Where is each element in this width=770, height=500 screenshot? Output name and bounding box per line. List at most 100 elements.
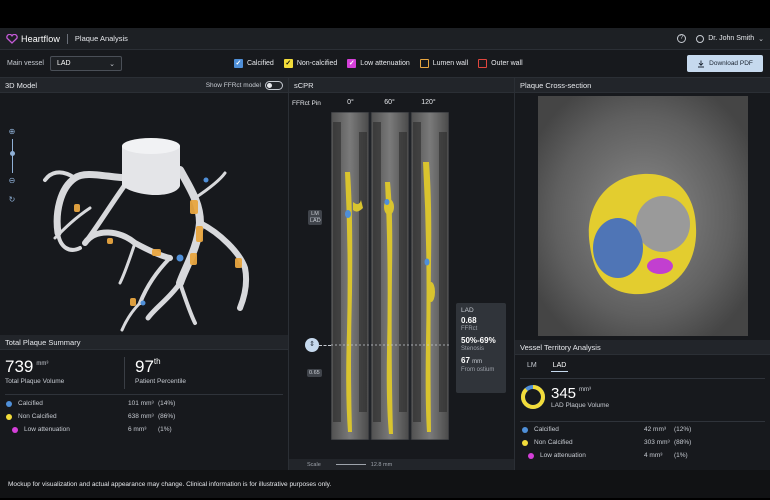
main-vessel-select[interactable]: LAD ⌄: [49, 56, 122, 71]
row-value: 6 mm³: [128, 426, 147, 433]
coronary-3d-model[interactable]: [30, 108, 285, 338]
callout-stenosis-value: 50%-69%: [461, 336, 496, 345]
row-percent: (1%): [674, 452, 688, 459]
zoom-out-icon[interactable]: ⊖: [9, 176, 16, 185]
heart-logo-icon: [6, 33, 18, 44]
zoom-slider-thumb[interactable]: [9, 151, 15, 156]
user-avatar-icon: [696, 34, 705, 43]
panel-title: Total Plaque Summary: [5, 337, 81, 347]
scale-label: Scale: [307, 461, 321, 468]
lm-lad-marker[interactable]: LM LAD: [308, 210, 322, 225]
checkbox-checked-icon[interactable]: ✓: [283, 59, 293, 68]
summary-row-calcified: Calcified 101 mm³ (14%): [6, 400, 276, 407]
checkbox-unchecked-icon[interactable]: [419, 59, 429, 68]
territory-row-calcified: Calcified 42 mm³ (12%): [522, 426, 762, 433]
lad-volume-unit: mm³: [579, 387, 592, 393]
calcified-dot-icon: [522, 426, 528, 433]
row-value: 4 mm³: [644, 452, 663, 459]
total-volume: 739 mm³ Total Plaque Volume: [5, 357, 64, 385]
zoom-in-icon[interactable]: ⊕: [9, 127, 16, 136]
territory-row-low-attenuation: Low attenuation 4 mm³ (1%): [528, 452, 762, 459]
legend-low-attenuation[interactable]: ✓ Low attenuation: [347, 59, 410, 68]
divider: [124, 357, 125, 389]
divider: [288, 78, 289, 470]
lad-volume-ring: [521, 385, 545, 409]
pin-line: [319, 345, 331, 346]
ffr-callout: LAD 0.68 FFRct 50%-69% Stenosis 67 mm Fr…: [456, 303, 506, 393]
plaque-legend: ✓ Calcified ✓ Non-calcified ✓ Low attenu…: [233, 59, 523, 68]
callout-ffr-value: 0.68: [461, 316, 477, 325]
row-percent: (86%): [158, 413, 176, 420]
panel-title: Vessel Territory Analysis: [520, 342, 601, 352]
panel-title: 3D Model: [5, 80, 38, 90]
divider: [520, 421, 765, 422]
row-percent: (12%): [674, 426, 692, 433]
callout-stenosis-label: Stenosis: [461, 346, 485, 352]
disclaimer-text: Mockup for visualization and actual appe…: [8, 481, 332, 488]
callout-distance-unit: mm: [472, 359, 483, 365]
ffr-marker-value[interactable]: 0.65: [307, 369, 322, 377]
ffr-pin-handle[interactable]: ⇕: [305, 338, 319, 352]
brand-name: Heartflow: [21, 33, 60, 44]
legend-non-calcified[interactable]: ✓ Non-calcified: [283, 59, 338, 68]
help-icon[interactable]: ?: [677, 34, 687, 43]
total-volume-value: 739: [5, 357, 34, 376]
territory-tabs: LM LAD: [527, 362, 569, 372]
territory-row-non-calcified: Non Calcified 303 mm³ (88%): [522, 439, 762, 446]
row-percent: (88%): [674, 439, 692, 446]
total-summary-header: Total Plaque Summary: [0, 335, 288, 350]
scpr-images[interactable]: [331, 112, 449, 440]
ffr-pin-label: FFRct Pin: [292, 100, 321, 107]
model-panel-header: 3D Model Show FFRct model: [0, 78, 288, 93]
row-value: 42 mm³: [644, 426, 667, 433]
top-bar: Heartflow Plaque Analysis ? Dr. John Smi…: [0, 28, 770, 50]
checkbox-checked-icon[interactable]: ✓: [233, 59, 243, 68]
divider: [5, 394, 283, 395]
ffr-model-toggle[interactable]: [265, 80, 283, 90]
callout-distance-label: From ostium: [461, 367, 495, 373]
divider: [520, 378, 765, 379]
user-name: Dr. John Smith: [708, 35, 755, 42]
row-label: Calcified: [18, 400, 43, 407]
angle-0[interactable]: 0°: [331, 99, 370, 111]
checkbox-unchecked-icon[interactable]: [478, 59, 488, 68]
percentile-label: Patient Percentile: [135, 378, 186, 385]
angle-headers: 0° 60° 120°: [331, 99, 449, 111]
territory-header: Vessel Territory Analysis: [515, 340, 770, 355]
angle-60[interactable]: 60°: [370, 99, 409, 111]
main-vessel-value: LAD: [56, 60, 71, 67]
tab-lad[interactable]: LAD: [550, 362, 569, 372]
tab-lm[interactable]: LM: [527, 362, 537, 372]
angle-120[interactable]: 120°: [409, 99, 448, 111]
checkbox-checked-icon[interactable]: ✓: [347, 59, 357, 68]
calcified-dot-icon: [6, 400, 12, 407]
download-pdf-button[interactable]: Download PDF: [687, 55, 763, 72]
callout-vessel: LAD: [461, 307, 474, 314]
zoom-tools: ⊕ ⊖ ↻: [8, 127, 16, 204]
legend-label: Non-calcified: [296, 60, 338, 67]
scale-line: [335, 464, 366, 465]
reset-view-icon[interactable]: ↻: [9, 195, 16, 204]
row-label: Non Calcified: [534, 439, 573, 446]
page-title: Plaque Analysis: [74, 34, 128, 43]
disclaimer-footer: Mockup for visualization and actual appe…: [0, 470, 770, 498]
legend-outer-wall[interactable]: Outer wall: [478, 59, 523, 68]
row-value: 101 mm³: [128, 400, 154, 407]
download-icon: [698, 60, 705, 67]
app-window: Heartflow Plaque Analysis ? Dr. John Smi…: [0, 28, 770, 498]
download-label: Download PDF: [709, 60, 753, 67]
ring-fill: [521, 385, 545, 409]
row-label: Low attenuation: [540, 452, 586, 459]
scale-value: 12.8 mm: [370, 461, 393, 468]
legend-lumen-wall[interactable]: Lumen wall: [419, 59, 468, 68]
user-menu[interactable]: Dr. John Smith ⌄: [696, 34, 764, 43]
percentile-suffix: th: [153, 357, 161, 366]
legend-calcified[interactable]: ✓ Calcified: [233, 59, 274, 68]
plaque-cross-section-image[interactable]: [538, 96, 748, 336]
marker-lm: LM: [311, 211, 319, 217]
legend-label: Outer wall: [491, 60, 523, 67]
zoom-slider[interactable]: [9, 139, 15, 173]
lad-volume-label: LAD Plaque Volume: [551, 402, 610, 409]
main-vessel-label: Main vessel: [7, 60, 44, 67]
row-value: 638 mm³: [128, 413, 154, 420]
